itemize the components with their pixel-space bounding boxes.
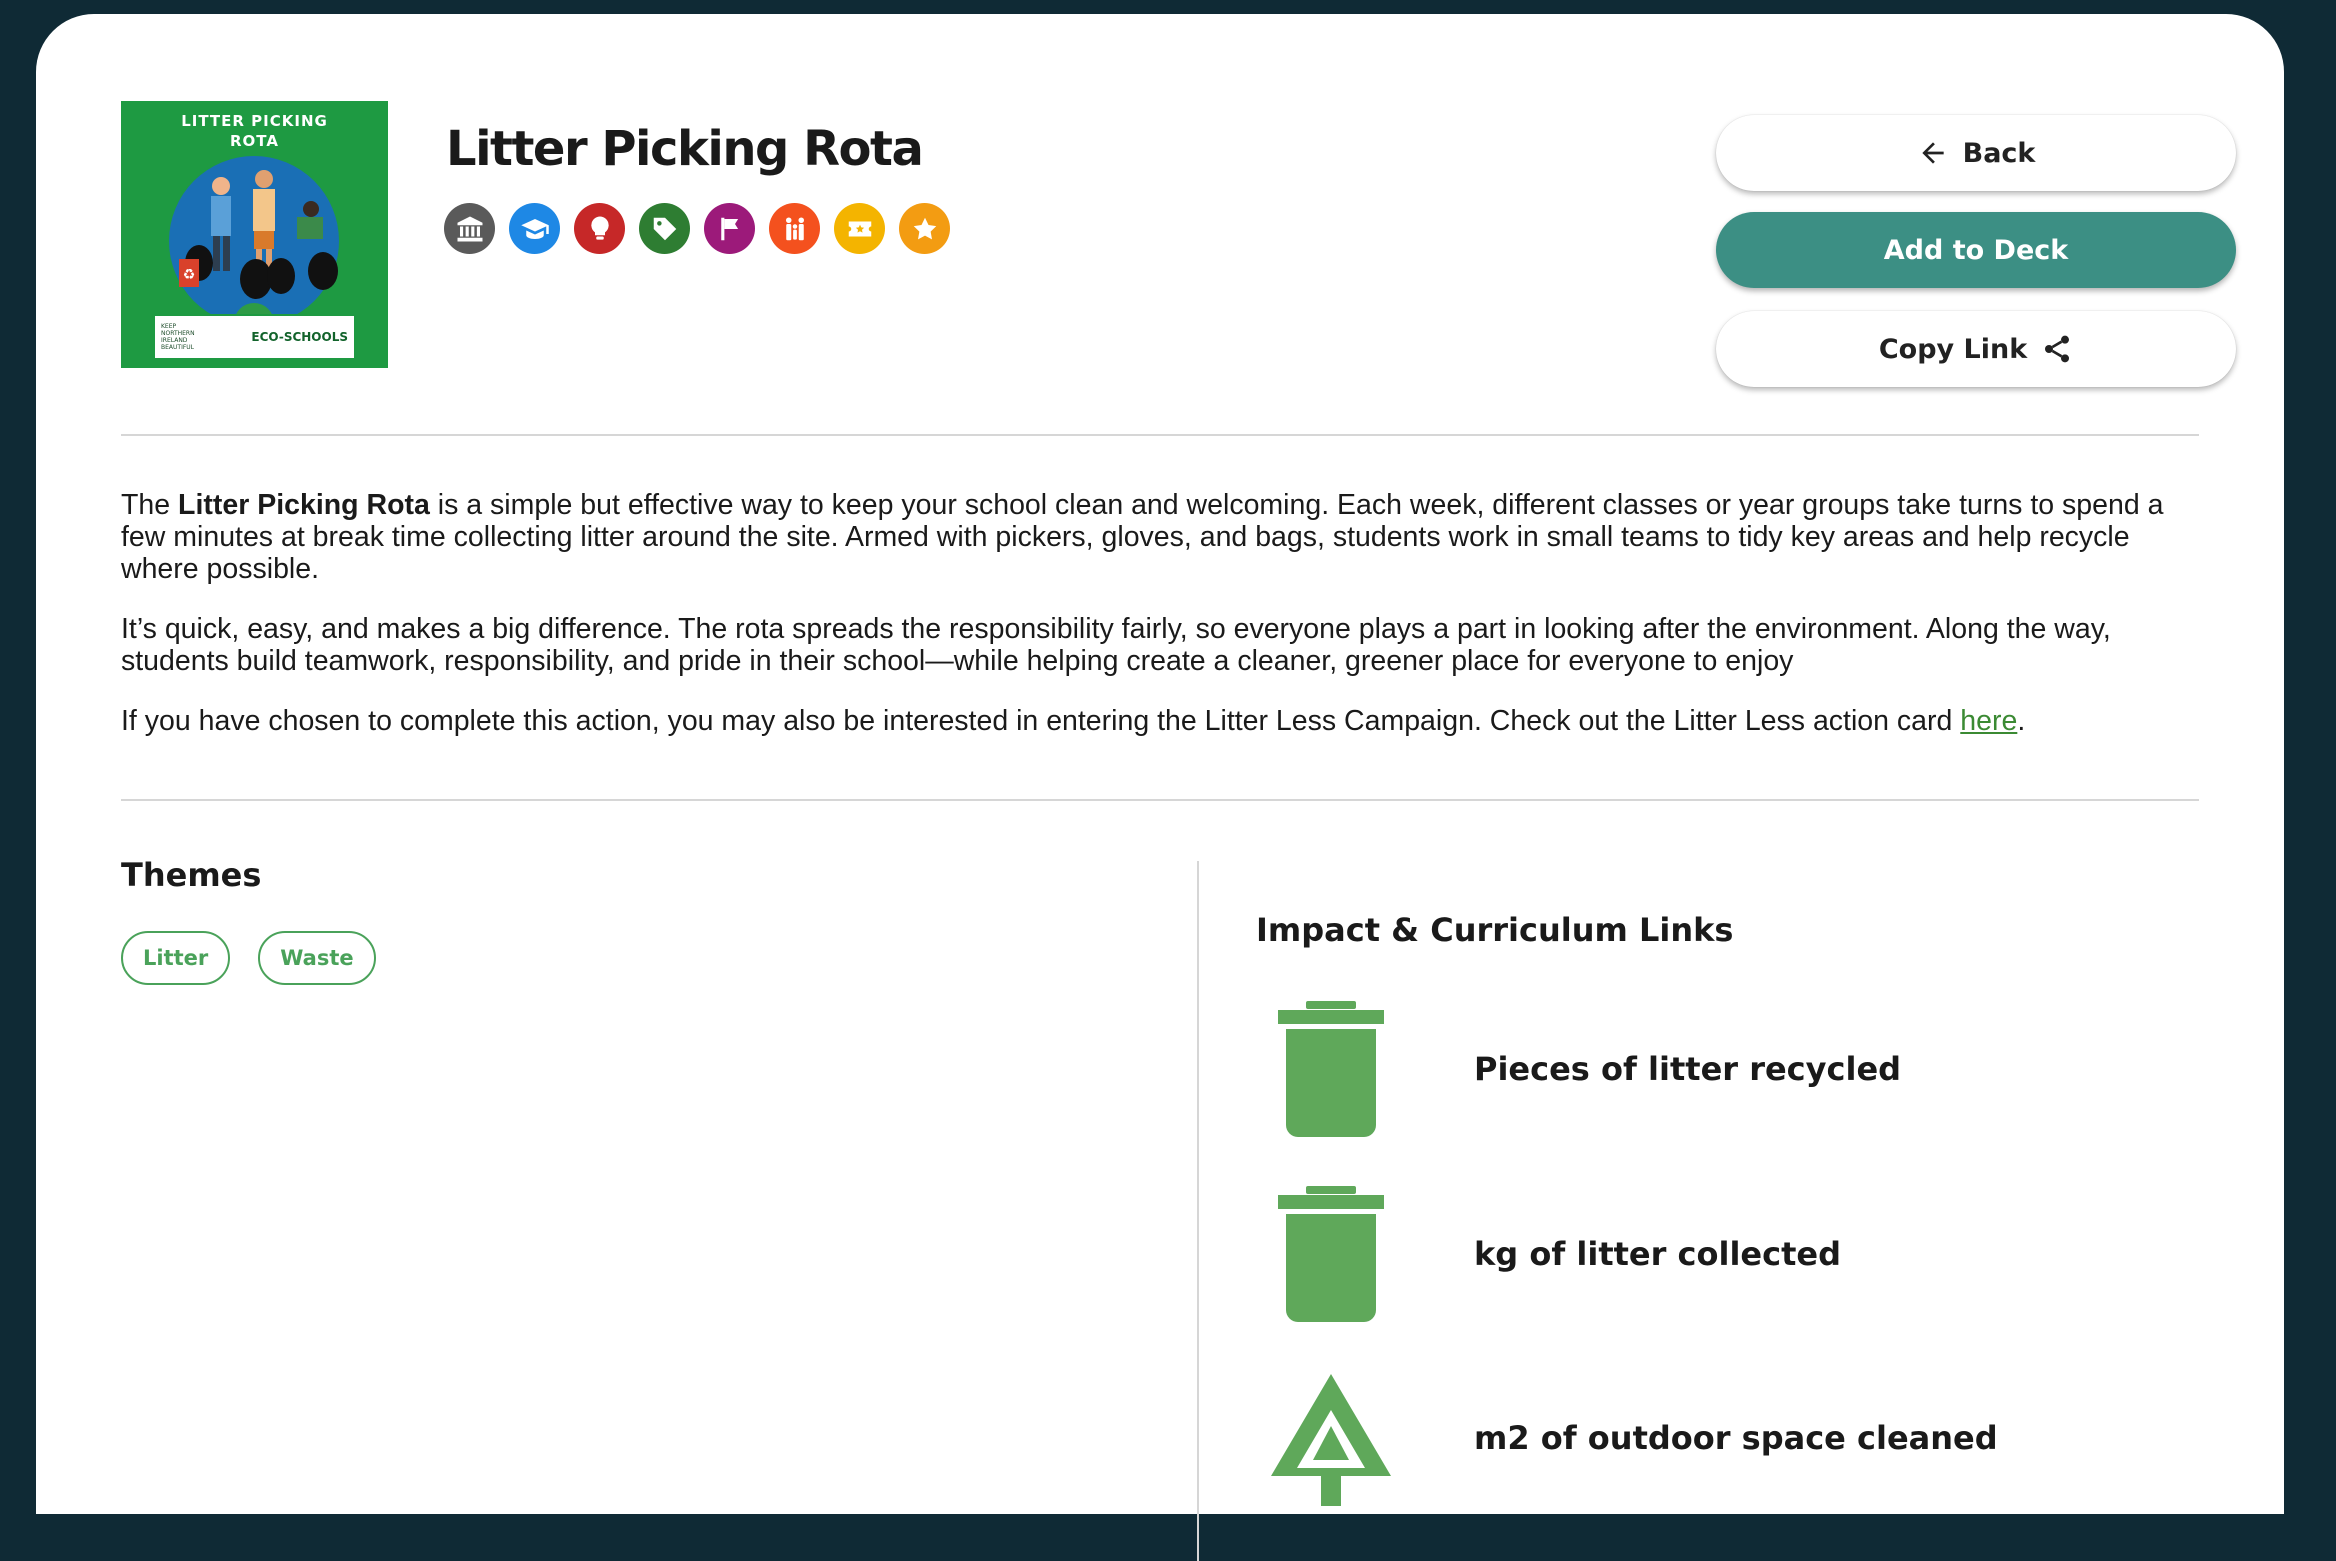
impact-item: kg of litter collected [1256, 1184, 1841, 1324]
impact-item: Pieces of litter recycled [1256, 999, 1901, 1139]
people-icon [769, 203, 820, 254]
bin-icon [1256, 999, 1406, 1139]
action-card: ♻ LITTER PICKING ROTA KEEP NORTHERN IREL… [36, 14, 2284, 1561]
back-button[interactable]: Back [1716, 115, 2236, 191]
ticket-icon [834, 203, 885, 254]
litter-less-link[interactable]: here [1960, 705, 2017, 737]
column-divider [1197, 861, 1199, 1561]
description-p1-prefix: The [121, 489, 179, 521]
institution-icon [444, 203, 495, 254]
thumbnail-footer-left: KEEP NORTHERN IRELAND BEAUTIFUL [161, 323, 195, 351]
share-icon [2045, 335, 2070, 363]
page-title: Litter Picking Rota [446, 121, 924, 177]
category-icons [444, 203, 950, 254]
svg-text:♻: ♻ [183, 267, 196, 283]
description-paragraph-1: The Litter Picking Rota is a simple but … [121, 489, 2171, 585]
impact-item-label: Pieces of litter recycled [1474, 1050, 1902, 1088]
tree-icon [1256, 1368, 1406, 1508]
arrow-left-icon [1921, 142, 1944, 164]
graduation-cap-icon [509, 203, 560, 254]
bin-icon [1256, 1184, 1406, 1324]
add-to-deck-label: Add to Deck [1883, 234, 2069, 266]
description-paragraph-2: It’s quick, easy, and makes a big differ… [121, 613, 2111, 677]
description-divider [121, 799, 2199, 801]
theme-chip[interactable]: Litter [121, 931, 231, 985]
theme-chip[interactable]: Waste [258, 931, 376, 985]
themes-heading: Themes [121, 856, 262, 894]
description-p1-bold: Litter Picking Rota [178, 489, 430, 521]
thumbnail-footer: KEEP NORTHERN IRELAND BEAUTIFUL ECO-SCHO… [153, 314, 356, 360]
impact-item-label: m2 of outdoor space cleaned [1474, 1419, 1998, 1457]
impact-item-label: kg of litter collected [1474, 1235, 1841, 1273]
copy-link-label: Copy Link [1878, 333, 2028, 365]
impact-heading: Impact & Curriculum Links [1256, 911, 1734, 949]
thumbnail-title: LITTER PICKING ROTA [181, 112, 328, 150]
thumbnail-footer-right: ECO-SCHOOLS [251, 330, 348, 344]
description-paragraph-3: If you have chosen to complete this acti… [121, 705, 2171, 737]
tag-icon [639, 203, 690, 254]
action-thumbnail: ♻ LITTER PICKING ROTA KEEP NORTHERN IREL… [121, 101, 388, 368]
header-divider [121, 434, 2199, 436]
add-to-deck-button[interactable]: Add to Deck [1716, 212, 2236, 288]
description: The Litter Picking Rota is a simple but … [121, 489, 2171, 765]
impact-item: m2 of outdoor space cleaned [1256, 1368, 1998, 1508]
copy-link-button[interactable]: Copy Link [1716, 311, 2236, 387]
lightbulb-icon [574, 203, 625, 254]
back-button-label: Back [1962, 137, 2036, 169]
description-p3-text: If you have chosen to complete this acti… [121, 705, 1961, 737]
description-p3-end: . [2017, 705, 2026, 737]
theme-chips: Litter Waste [121, 931, 376, 985]
flag-icon [704, 203, 755, 254]
star-icon [899, 203, 950, 254]
